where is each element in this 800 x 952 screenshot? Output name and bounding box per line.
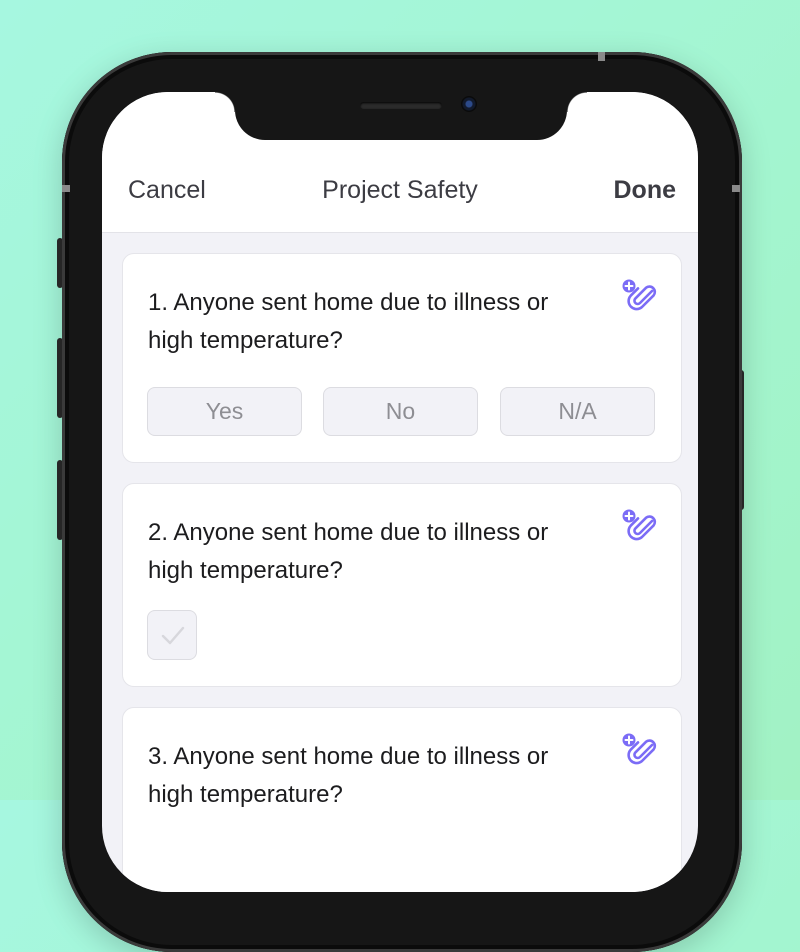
paperclip-plus-icon[interactable] [621,508,661,548]
antenna-band [732,185,740,192]
question-text: 2. Anyone sent home due to illness or hi… [148,519,549,584]
question-text: 1. Anyone sent home due to illness or hi… [148,289,549,354]
page-title: Project Safety [322,176,478,204]
phone-screen: Cancel Project Safety Done 1. Anyone sen… [102,92,698,892]
paperclip-plus-icon[interactable] [621,732,661,772]
question-card-1: 1. Anyone sent home due to illness or hi… [122,253,682,463]
antenna-band [62,185,70,192]
earpiece-speaker [360,102,442,109]
front-camera [461,96,477,112]
checkmark-icon [161,626,185,645]
paperclip-plus-icon [622,279,657,311]
no-button[interactable]: No [323,387,478,436]
answer-checkbox[interactable] [147,610,197,660]
na-button[interactable]: N/A [500,387,655,436]
paperclip-plus-icon [622,733,657,765]
phone-notch [215,92,587,140]
paperclip-plus-icon [622,509,657,541]
done-button[interactable]: Done [614,176,677,205]
yes-button[interactable]: Yes [147,387,302,436]
question-text: 3. Anyone sent home due to illness or hi… [148,743,549,808]
paperclip-plus-icon[interactable] [621,278,661,318]
antenna-band [598,52,605,61]
question-card-2: 2. Anyone sent home due to illness or hi… [122,483,682,687]
